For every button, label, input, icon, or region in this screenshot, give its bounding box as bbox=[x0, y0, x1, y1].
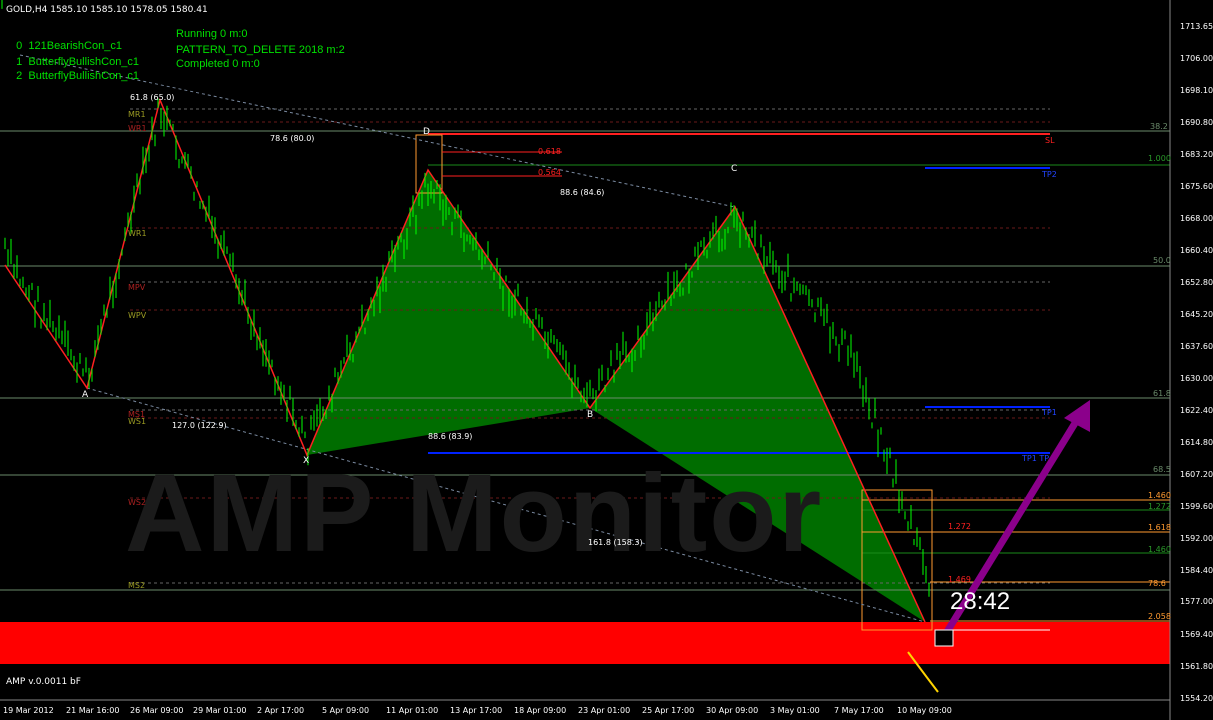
fib-label: 2.058 bbox=[1148, 612, 1171, 621]
price-tick: 1706.00 bbox=[1180, 54, 1213, 63]
point-b-label: B bbox=[587, 410, 594, 420]
watermark: AMP Monitor bbox=[125, 452, 824, 575]
indicator-status: PATTERN_TO_DELETE 2018 m:2 bbox=[176, 44, 345, 56]
pivot-label: MR1 bbox=[128, 110, 146, 119]
fib-label: 68.5 bbox=[1153, 465, 1171, 474]
buy-zone-band bbox=[0, 622, 1170, 664]
price-tick: 1660.40 bbox=[1180, 246, 1213, 255]
price-tick: 1698.10 bbox=[1180, 86, 1213, 95]
time-tick: 29 Mar 01:00 bbox=[193, 706, 247, 715]
ratio-label: 161.8 (158.3) bbox=[588, 538, 643, 547]
price-chart[interactable] bbox=[0, 0, 1213, 720]
time-tick: 23 Apr 01:00 bbox=[578, 706, 631, 715]
trade-label: TP1 bbox=[1042, 408, 1057, 417]
price-tick: 1645.20 bbox=[1180, 310, 1213, 319]
point-c-label: C bbox=[731, 164, 738, 174]
time-tick: 25 Apr 17:00 bbox=[642, 706, 695, 715]
ratio-label: 78.6 (80.0) bbox=[270, 134, 315, 143]
symbol-header: GOLD,H4 1585.10 1585.10 1578.05 1580.41 bbox=[6, 5, 208, 15]
fib-label: 38.2 bbox=[1150, 122, 1168, 131]
fib-label: 78.6 bbox=[1148, 579, 1166, 588]
point-a-label: A bbox=[82, 390, 89, 400]
fib-label: 1.618 bbox=[1148, 523, 1171, 532]
price-tick: 1561.80 bbox=[1180, 662, 1213, 671]
pivot-label: MS2 bbox=[128, 581, 146, 590]
trade-label: SL bbox=[1045, 136, 1055, 145]
indicator-status: Completed 0 m:0 bbox=[176, 58, 260, 70]
time-tick: 21 Mar 16:00 bbox=[66, 706, 120, 715]
pivot-label: WR1 bbox=[128, 124, 147, 133]
pivot-label: MPV bbox=[128, 283, 146, 292]
indicator-status: Running 0 m:0 bbox=[176, 28, 248, 40]
time-tick: 2 Apr 17:00 bbox=[257, 706, 305, 715]
time-tick: 3 May 01:00 bbox=[770, 706, 820, 715]
fib-label: 1.000 bbox=[1148, 154, 1171, 163]
ratio-label: 127.0 (122.9) bbox=[172, 421, 227, 430]
ratio-label: 88.6 (84.6) bbox=[560, 188, 605, 197]
indicator-row[interactable]: 2 ButterflyBullishCon_c1 bbox=[10, 58, 139, 82]
time-tick: 13 Apr 17:00 bbox=[450, 706, 503, 715]
price-tick: 1668.00 bbox=[1180, 214, 1213, 223]
price-tick: 1584.40 bbox=[1180, 566, 1213, 575]
current-price-tag: 1580.41 bbox=[1175, 583, 1209, 592]
trade-label: TP2 bbox=[1042, 170, 1057, 179]
pivot-label: WPV bbox=[128, 311, 147, 320]
fib-label: 61.8 bbox=[1153, 389, 1171, 398]
level-tag: 1571.51 bbox=[1175, 620, 1209, 629]
time-tick: 30 Apr 09:00 bbox=[706, 706, 759, 715]
price-tick: 1607.20 bbox=[1180, 470, 1213, 479]
point-x-label: X bbox=[303, 456, 310, 466]
time-tick: 10 May 09:00 bbox=[897, 706, 952, 715]
red-level-label: 1.469 bbox=[948, 575, 971, 584]
red-level-label: 0.564 bbox=[538, 168, 561, 177]
price-tick: 1592.00 bbox=[1180, 534, 1213, 543]
time-tick: 5 Apr 09:00 bbox=[322, 706, 370, 715]
price-tick: 1690.80 bbox=[1180, 118, 1213, 127]
red-level-label: 0.618 bbox=[538, 147, 561, 156]
pivot-label: WR1 bbox=[128, 229, 147, 238]
pivot-label: WS2 bbox=[128, 498, 147, 507]
trade-arrow-head bbox=[1064, 400, 1090, 432]
price-tick: 1683.20 bbox=[1180, 150, 1213, 159]
price-tick: 1569.40 bbox=[1180, 630, 1213, 639]
trade-label: TP1 TP bbox=[1022, 454, 1050, 463]
ratio-label: 88.6 (83.9) bbox=[428, 432, 473, 441]
price-tick: 1554.20 bbox=[1180, 694, 1213, 703]
fib-label: 1.272 bbox=[1148, 502, 1171, 511]
point-d-label: D bbox=[423, 127, 430, 137]
time-tick: 26 Mar 09:00 bbox=[130, 706, 184, 715]
price-tick: 1614.80 bbox=[1180, 438, 1213, 447]
fib-label: 50.0 bbox=[1153, 256, 1171, 265]
price-tick: 1599.60 bbox=[1180, 502, 1213, 511]
price-tick: 1630.00 bbox=[1180, 374, 1213, 383]
entry-marker bbox=[934, 629, 954, 647]
price-tick: 1577.00 bbox=[1180, 597, 1213, 606]
red-level-label: 1.272 bbox=[948, 522, 971, 531]
time-tick: 11 Apr 01:00 bbox=[386, 706, 439, 715]
price-tick: 1652.80 bbox=[1180, 278, 1213, 287]
price-tick: 1713.65 bbox=[1180, 22, 1213, 31]
fib-label: 1.460 bbox=[1148, 545, 1171, 554]
price-tick: 1622.40 bbox=[1180, 406, 1213, 415]
time-tick: 19 Mar 2012 bbox=[3, 706, 54, 715]
time-tick: 18 Apr 09:00 bbox=[514, 706, 567, 715]
price-tick: 1675.60 bbox=[1180, 182, 1213, 191]
ratio-label: 61.8 (65.0) bbox=[130, 93, 175, 102]
fib-label: 1.460 bbox=[1148, 491, 1171, 500]
pivot-label: WS1 bbox=[128, 417, 147, 426]
price-tick: 1637.60 bbox=[1180, 342, 1213, 351]
candle-countdown: 28:42 bbox=[950, 588, 1011, 615]
footer-version: AMP v.0.0011 bF bbox=[6, 677, 81, 687]
time-tick: 7 May 17:00 bbox=[834, 706, 884, 715]
